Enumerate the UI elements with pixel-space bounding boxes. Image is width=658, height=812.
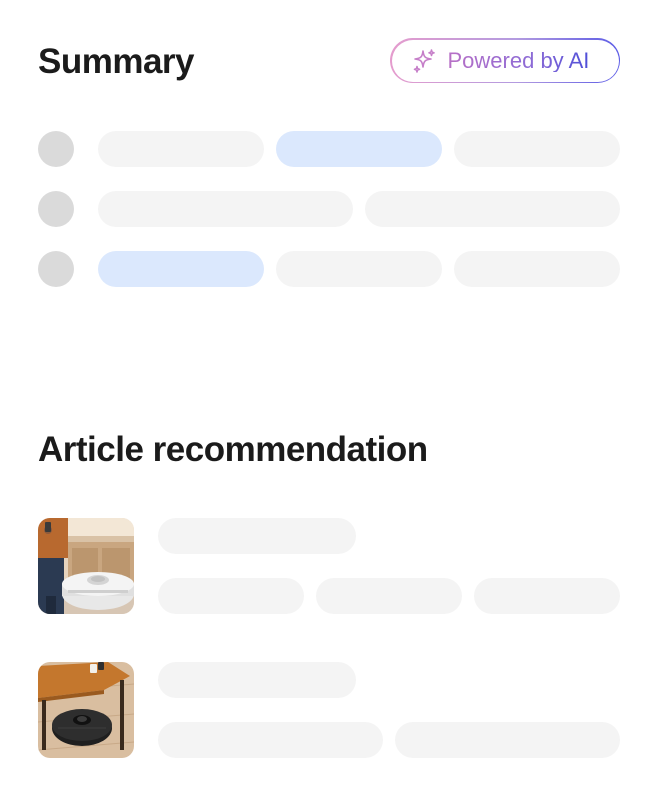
avatar-placeholder: [38, 131, 74, 167]
article-text-placeholder: [158, 578, 304, 614]
article-thumbnail: [38, 662, 134, 758]
text-placeholder: [98, 131, 264, 167]
article-thumbnail: [38, 518, 134, 614]
text-placeholder: [454, 131, 620, 167]
powered-by-ai-badge-inner: Powered by AI: [391, 39, 619, 82]
summary-skeleton-row: [38, 131, 620, 167]
avatar-placeholder: [38, 191, 74, 227]
article-text-placeholder: [395, 722, 620, 758]
article-title-placeholder: [158, 518, 356, 554]
text-placeholder-highlight: [276, 131, 442, 167]
article-text-placeholder: [474, 578, 620, 614]
avatar-placeholder: [38, 251, 74, 287]
article-item[interactable]: [38, 518, 620, 614]
summary-skeleton-row: [38, 251, 620, 287]
article-title-placeholder: [158, 662, 356, 698]
text-placeholder: [454, 251, 620, 287]
text-placeholder: [365, 191, 620, 227]
article-text-placeholder: [158, 722, 383, 758]
text-placeholder: [276, 251, 442, 287]
text-placeholder-highlight: [98, 251, 264, 287]
article-recommendation-title: Article recommendation: [38, 430, 428, 469]
powered-by-ai-badge[interactable]: Powered by AI: [390, 38, 620, 83]
sparkle-icon: [410, 47, 438, 75]
article-item[interactable]: [38, 662, 620, 758]
summary-title: Summary: [38, 42, 195, 81]
powered-by-ai-label: Powered by AI: [447, 47, 590, 73]
article-text-placeholder: [316, 578, 462, 614]
text-placeholder: [98, 191, 353, 227]
page: Summary Powered by AI Article recommenda…: [0, 0, 658, 812]
summary-skeleton-row: [38, 191, 620, 227]
